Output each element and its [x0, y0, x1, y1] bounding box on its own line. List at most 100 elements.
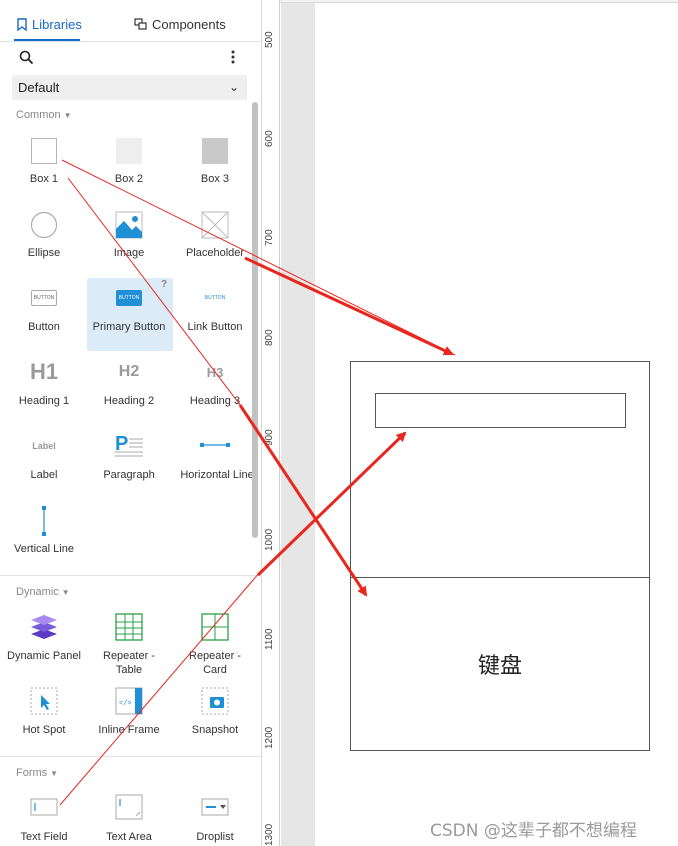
- widget-label: Link Button: [187, 321, 243, 333]
- widget-label: Primary Button: [92, 321, 166, 333]
- svg-text:</>: </>: [119, 700, 132, 708]
- widget-heading-1[interactable]: H1 Heading 1: [1, 355, 87, 427]
- tab-components-label: Components: [152, 16, 226, 32]
- widget-label: Image: [113, 247, 145, 259]
- section-divider: [0, 756, 262, 757]
- primary-button-icon-text: BUTTON: [118, 295, 140, 301]
- section-dynamic-header[interactable]: Dynamic ▼: [16, 586, 70, 598]
- search-icon[interactable]: [19, 50, 34, 65]
- widget-repeater-card[interactable]: Repeater - Card: [172, 611, 258, 683]
- widget-paragraph[interactable]: P Paragraph: [86, 429, 172, 501]
- ellipse-icon: [30, 211, 58, 239]
- widget-inline-frame[interactable]: </> Inline Frame: [86, 685, 172, 757]
- widget-horizontal-line[interactable]: Horizontal Line: [172, 429, 258, 501]
- text-area-icon: [115, 794, 143, 820]
- widget-box-3[interactable]: Box 3: [172, 133, 258, 205]
- phone-frame-box[interactable]: 键盘: [350, 361, 650, 751]
- section-forms-header[interactable]: Forms ▼: [16, 767, 58, 779]
- widget-text-area[interactable]: Text Area: [86, 792, 172, 846]
- heading-2-icon: H2: [118, 363, 140, 380]
- ruler-tick-label: 700: [264, 229, 275, 246]
- widget-label: Droplist: [196, 831, 234, 843]
- box-1-icon: [31, 138, 57, 164]
- widget-heading-3[interactable]: H3 Heading 3: [172, 355, 258, 427]
- placeholder-icon: [201, 211, 229, 239]
- button-icon: BUTTON: [31, 290, 57, 306]
- ruler-tick-label: 900: [264, 429, 275, 446]
- image-icon: [115, 211, 143, 239]
- widget-label: Label: [30, 469, 58, 481]
- vertical-ruler: [262, 0, 280, 846]
- ruler-tick-label: 1200: [264, 726, 275, 749]
- widget-label: Vertical Line: [14, 543, 74, 555]
- heading-3-icon: H3: [206, 365, 224, 380]
- widget-label: Inline Frame: [98, 724, 160, 736]
- search-row: [0, 44, 262, 70]
- widget-label: Text Area: [106, 831, 152, 843]
- help-icon[interactable]: ?: [161, 279, 167, 290]
- tab-libraries[interactable]: Libraries: [16, 14, 82, 34]
- panel-scrollbar[interactable]: [252, 102, 258, 538]
- watermark: CSDN @这辈子都不想编程: [430, 821, 637, 841]
- widget-label: Hot Spot: [22, 724, 66, 736]
- widget-label: Snapshot: [191, 724, 239, 736]
- axure-workspace: Libraries Components Default ⌄ Common ▼ B…: [0, 0, 678, 846]
- ruler-tick-label: 1000: [264, 528, 275, 551]
- widget-link-button[interactable]: BUTTON Link Button: [172, 281, 258, 353]
- widget-label: Box 3: [200, 173, 230, 185]
- widget-droplist[interactable]: Droplist: [172, 792, 258, 846]
- horizontal-line-icon: [200, 443, 230, 447]
- more-options-icon[interactable]: [230, 49, 236, 65]
- widget-button[interactable]: BUTTON Button: [1, 281, 87, 353]
- text-field-icon: [30, 798, 58, 816]
- widget-box-1[interactable]: Box 1: [1, 133, 87, 205]
- widget-box-2[interactable]: Box 2: [86, 133, 172, 205]
- snapshot-icon: [201, 687, 229, 715]
- widget-dynamic-panel[interactable]: Dynamic Panel: [1, 611, 87, 683]
- canvas-text-field[interactable]: [375, 393, 626, 428]
- tab-libraries-label: Libraries: [32, 16, 82, 32]
- widget-label-line-2: Table: [115, 664, 143, 676]
- ruler-tick-label: 1300: [264, 823, 275, 846]
- heading-1-icon: H1: [29, 359, 59, 384]
- tab-components[interactable]: Components: [134, 14, 226, 34]
- widget-label: Box 2: [114, 173, 144, 185]
- ruler-tick-label: 600: [264, 130, 275, 147]
- widget-image[interactable]: Image: [86, 207, 172, 279]
- widget-label: Heading 1: [18, 395, 70, 407]
- section-divider: [0, 575, 262, 576]
- widget-placeholder[interactable]: Placeholder: [172, 207, 258, 279]
- widget-label-item[interactable]: Label Label: [1, 429, 87, 501]
- widget-text-field[interactable]: Text Field: [1, 792, 87, 846]
- primary-button-icon: BUTTON: [116, 290, 142, 306]
- widget-hot-spot[interactable]: Hot Spot: [1, 685, 87, 757]
- dynamic-panel-icon: [31, 615, 57, 639]
- widget-ellipse[interactable]: Ellipse: [1, 207, 87, 279]
- caret-down-icon: ▼: [50, 769, 59, 778]
- widget-label: Repeater -: [103, 650, 155, 662]
- section-common-header[interactable]: Common ▼: [16, 109, 72, 121]
- library-select-value: Default: [18, 80, 60, 95]
- widget-primary-button[interactable]: BUTTON ? Primary Button: [86, 279, 172, 353]
- widget-snapshot[interactable]: Snapshot: [172, 685, 258, 757]
- section-forms-label: Forms: [16, 767, 48, 779]
- section-common-label: Common: [16, 109, 61, 121]
- repeater-card-icon: [201, 613, 229, 641]
- keyboard-label: 键盘: [477, 654, 522, 679]
- horizontal-ruler: [280, 0, 678, 3]
- button-icon-text: BUTTON: [33, 295, 55, 301]
- keyboard-divider: [351, 577, 649, 578]
- widget-repeater-table[interactable]: Repeater - Table: [86, 611, 172, 683]
- widget-heading-2[interactable]: H2 Heading 2: [86, 355, 172, 427]
- inline-frame-icon: </>: [115, 687, 143, 715]
- box-2-icon: [116, 138, 142, 164]
- widget-vertical-line[interactable]: Vertical Line: [1, 503, 87, 575]
- bookmark-icon: [17, 17, 27, 31]
- link-button-icon-text: BUTTON: [204, 295, 226, 301]
- label-icon: Label: [32, 441, 56, 451]
- library-select[interactable]: Default ⌄: [12, 75, 247, 100]
- hot-spot-icon: [30, 687, 58, 715]
- canvas-margin-strip: [281, 3, 315, 846]
- ruler-tick-label: 500: [264, 31, 275, 48]
- repeater-table-icon: [115, 613, 143, 641]
